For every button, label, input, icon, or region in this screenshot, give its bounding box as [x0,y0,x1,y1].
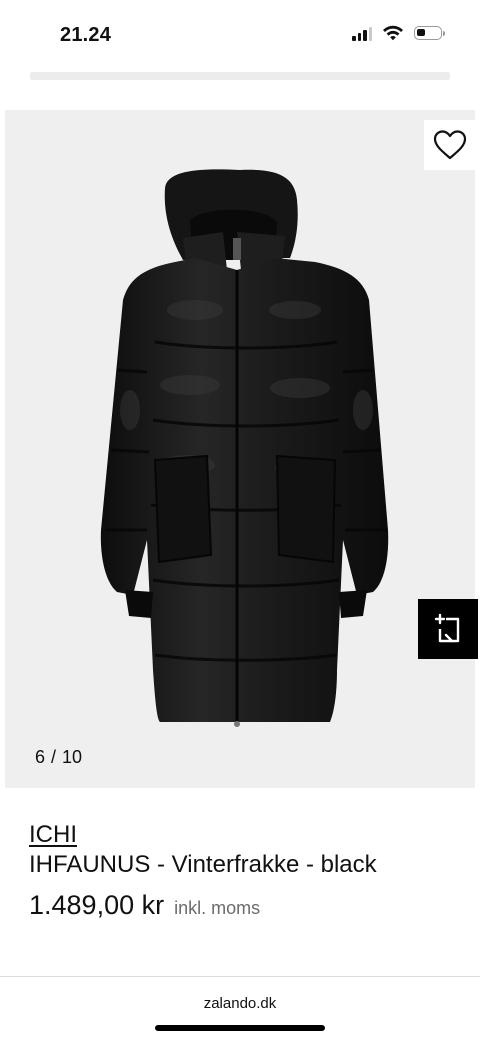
loading-bar [30,72,450,80]
image-counter: 6/10 [35,747,82,768]
product-image-gallery[interactable]: 6/10 [5,110,475,788]
compare-icon [434,613,460,643]
battery-icon [414,26,445,40]
product-price: 1.489,00 kr [29,890,165,920]
product-image[interactable] [5,110,475,788]
image-counter-current: 6 [35,747,46,767]
image-counter-separator: / [51,747,57,767]
price-row: 1.489,00 kr inkl. moms [29,890,449,921]
signal-icon [352,26,372,41]
product-page: 21.24 6 / 10 ICHI IHFAUNUS - Vinterfrakk… [0,0,480,1041]
status-icons [352,25,445,41]
heart-icon [433,130,467,160]
brand-link[interactable]: ICHI [29,820,77,850]
vat-note: inkl. moms [174,898,261,918]
status-bar: 21.24 [0,0,480,70]
product-info: ICHI IHFAUNUS - Vinterfrakke - black 1.4… [29,820,449,921]
wishlist-button[interactable] [424,120,475,170]
status-time: 21.24 [60,24,112,46]
product-name: IHFAUNUS - Vinterfrakke - black [29,851,377,878]
wifi-icon [383,25,403,41]
compare-button[interactable] [418,599,478,659]
browser-url[interactable]: zalando.dk [0,995,480,1012]
image-counter-total: 10 [62,747,83,767]
battery-level [417,29,425,36]
home-indicator[interactable] [155,1025,325,1031]
browser-address-bar[interactable]: zalando.dk [0,976,480,1041]
